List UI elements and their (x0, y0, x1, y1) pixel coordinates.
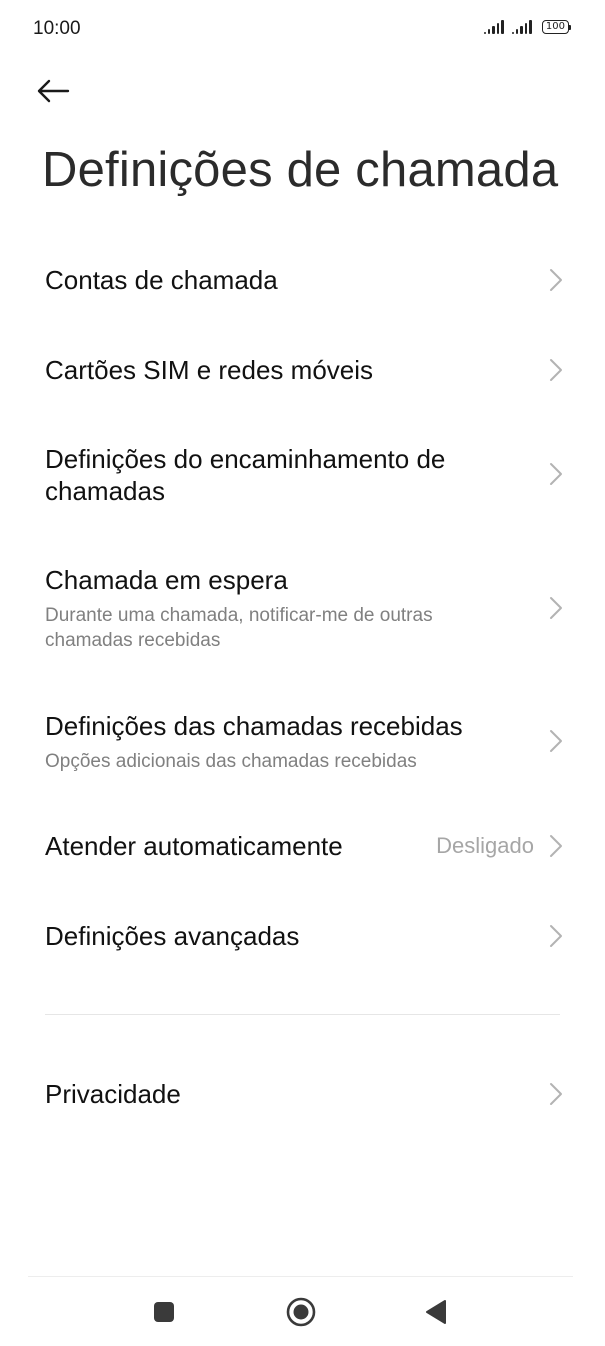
nav-back-button[interactable] (411, 1290, 461, 1334)
chevron-right-icon (550, 359, 562, 381)
back-arrow-icon (37, 79, 70, 103)
item-title: Definições das chamadas recebidas (45, 711, 463, 741)
chevron-right-icon (550, 835, 562, 857)
settings-item-call-accounts[interactable]: Contas de chamada (0, 236, 605, 324)
settings-item-sim-cards[interactable]: Cartões SIM e redes móveis (0, 326, 605, 414)
signal-icon (511, 20, 532, 34)
settings-item-call-forwarding[interactable]: Definições do encaminhamento de chamadas (0, 416, 605, 534)
settings-item-call-waiting[interactable]: Chamada em espera Durante uma chamada, n… (0, 540, 605, 676)
back-button[interactable] (36, 70, 84, 112)
back-triangle-icon (426, 1300, 446, 1324)
status-time: 10:00 (33, 18, 81, 39)
item-title: Atender automaticamente (45, 831, 343, 861)
chevron-right-icon (550, 925, 562, 947)
item-subtitle: Opções adicionais das chamadas recebidas (45, 751, 417, 772)
battery-icon: 100 (541, 20, 571, 34)
chevron-right-icon (550, 269, 562, 291)
item-title: Cartões SIM e redes móveis (45, 355, 374, 385)
page-title: Definições de chamada (42, 143, 559, 197)
chevron-right-icon (550, 730, 562, 752)
recents-square-icon (154, 1302, 174, 1322)
signal-icon (483, 20, 504, 34)
chevron-right-icon (550, 597, 562, 619)
item-title: Chamada em espera (45, 565, 288, 595)
item-value: Desligado (436, 833, 534, 858)
chevron-right-icon (550, 463, 562, 485)
item-subtitle: Durante uma chamada, notificar-me de out… (45, 605, 433, 651)
status-bar: 10:00 100 (0, 0, 605, 58)
battery-level: 100 (541, 20, 569, 34)
item-title: Privacidade (45, 1079, 181, 1109)
status-icons: 100 (483, 20, 571, 34)
item-title: Definições do encaminhamento de chamadas (45, 444, 446, 506)
home-circle-icon (286, 1297, 316, 1327)
home-button[interactable] (276, 1290, 326, 1334)
item-title: Definições avançadas (45, 921, 300, 951)
chevron-right-icon (550, 1083, 562, 1105)
settings-item-advanced[interactable]: Definições avançadas (0, 892, 605, 980)
settings-item-privacy[interactable]: Privacidade (0, 1050, 605, 1138)
nav-bar-divider (28, 1276, 573, 1277)
item-title: Contas de chamada (45, 265, 278, 295)
section-divider (45, 1014, 560, 1015)
navigation-bar (0, 1276, 605, 1346)
settings-item-incoming-calls[interactable]: Definições das chamadas recebidas Opções… (0, 688, 605, 794)
recents-button[interactable] (139, 1290, 189, 1334)
settings-item-auto-answer[interactable]: Atender automaticamente Desligado (0, 802, 605, 890)
